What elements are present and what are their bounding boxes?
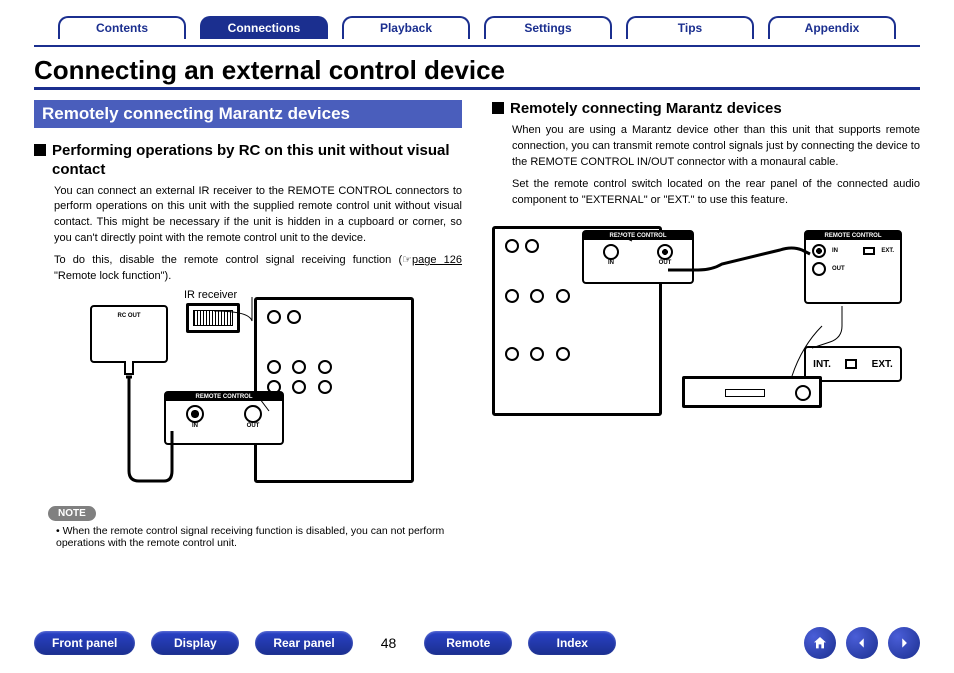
left-heading-text: Performing operations by RC on this unit… [52,142,462,180]
left-column: Remotely connecting Marantz devices Perf… [34,100,462,549]
tab-tips[interactable]: Tips [626,16,754,39]
left-connection-diagram: IR receiver RC OUT [54,291,414,496]
section-banner: Remotely connecting Marantz devices [34,100,462,128]
left-heading: Performing operations by RC on this unit… [34,142,462,180]
pointer-icon: ☞ [402,254,412,266]
tab-appendix[interactable]: Appendix [768,16,896,39]
left-para-1: You can connect an external IR receiver … [34,184,462,248]
tab-underline [34,45,920,47]
footer-display-button[interactable]: Display [151,631,239,655]
page-title: Connecting an external control device [34,55,920,90]
home-icon[interactable] [804,627,836,659]
top-tabs: Contents Connections Playback Settings T… [34,16,920,39]
diagram-cable [492,226,912,466]
left-para-2: To do this, disable the remote control s… [34,253,462,285]
page-link[interactable]: page 126 [412,254,462,266]
footer-index-button[interactable]: Index [528,631,616,655]
note-list: When the remote control signal receiving… [34,525,462,549]
right-heading-text: Remotely connecting Marantz devices [510,100,782,119]
square-bullet-icon [492,102,504,114]
tab-playback[interactable]: Playback [342,16,470,39]
footer-rear-panel-button[interactable]: Rear panel [255,631,352,655]
note-badge: NOTE [48,506,96,521]
tab-settings[interactable]: Settings [484,16,612,39]
diagram-cable [54,291,414,496]
right-heading: Remotely connecting Marantz devices [492,100,920,119]
right-para-1: When you are using a Marantz device othe… [492,123,920,171]
page-number: 48 [381,635,397,651]
footer: Front panel Display Rear panel 48 Remote… [0,627,954,659]
right-para-2: Set the remote control switch located on… [492,177,920,209]
footer-front-panel-button[interactable]: Front panel [34,631,135,655]
left-para-2a: To do this, disable the remote control s… [54,254,402,266]
right-column: Remotely connecting Marantz devices When… [492,100,920,549]
tab-connections[interactable]: Connections [200,16,328,39]
right-connection-diagram: REMOTE CONTROL IN OUT REMOTE C [492,226,902,466]
left-para-2b: "Remote lock function"). [54,270,171,282]
note-item: When the remote control signal receiving… [56,525,462,549]
footer-remote-button[interactable]: Remote [424,631,512,655]
tab-contents[interactable]: Contents [58,16,186,39]
next-arrow-icon[interactable] [888,627,920,659]
square-bullet-icon [34,144,46,156]
prev-arrow-icon[interactable] [846,627,878,659]
